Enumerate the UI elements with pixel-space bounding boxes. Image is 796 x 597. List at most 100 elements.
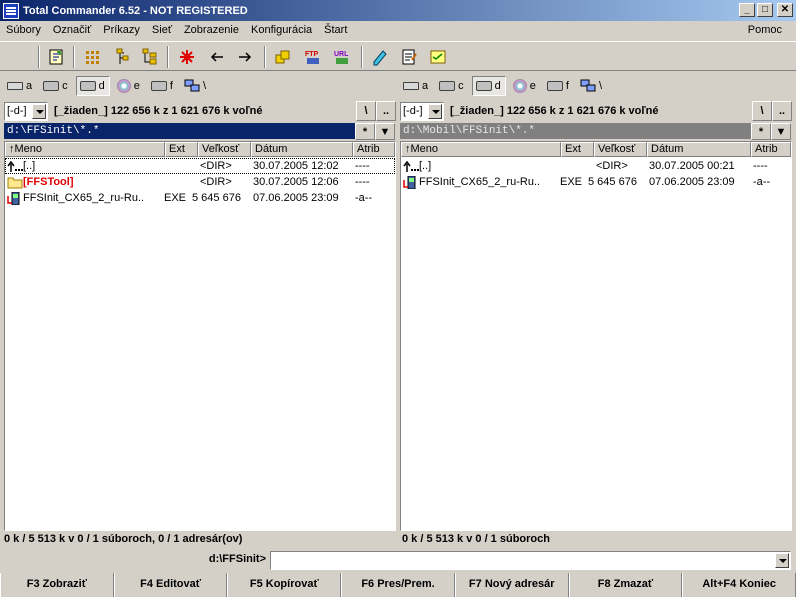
left-drive-e[interactable]: e xyxy=(114,76,144,96)
file-row[interactable]: [FFSTool] <DIR> 30.07.2005 12:06 ---- xyxy=(5,174,395,190)
file-row[interactable]: [..] <DIR> 30.07.2005 00:21 ---- xyxy=(401,158,791,174)
file-row[interactable]: [..] <DIR> 30.07.2005 12:02 ---- xyxy=(5,158,395,174)
exe-icon xyxy=(7,192,20,205)
menu-start[interactable]: Štart xyxy=(318,21,353,40)
minimize-button[interactable]: _ xyxy=(739,3,755,17)
chevron-down-icon[interactable] xyxy=(32,103,46,119)
right-history-button[interactable]: ▼ xyxy=(771,123,791,140)
close-button[interactable]: ✕ xyxy=(777,3,793,17)
floppy-icon xyxy=(403,82,419,90)
brief-view-icon[interactable] xyxy=(82,47,104,67)
menu-prikazy[interactable]: Príkazy xyxy=(97,21,146,40)
left-path-row: d:\FFSinit\*.* * ▼ xyxy=(4,123,396,140)
edit-icon[interactable] xyxy=(398,47,420,67)
right-file-panel[interactable]: ↑Meno Ext Veľkosť Dátum Atrib [..] <DIR>… xyxy=(400,141,792,531)
left-drive-d[interactable]: d xyxy=(75,76,110,96)
cd-icon xyxy=(116,79,131,93)
url-icon[interactable]: URL xyxy=(331,47,353,67)
left-file-panel[interactable]: ↑Meno Ext Veľkosť Dátum Atrib [..] <DIR>… xyxy=(4,141,396,531)
chevron-down-icon: ▼ xyxy=(775,125,787,138)
right-drive-a[interactable]: a xyxy=(400,76,432,96)
back-arrow-icon[interactable] xyxy=(206,47,228,67)
col-size[interactable]: Veľkosť xyxy=(198,142,251,157)
maximize-button[interactable]: □ xyxy=(757,3,773,17)
col-date[interactable]: Dátum xyxy=(647,142,751,157)
col-ext[interactable]: Ext xyxy=(561,142,594,157)
menu-oznacit[interactable]: Označiť xyxy=(47,21,97,40)
left-up-button[interactable]: .. xyxy=(376,101,396,121)
left-info-row: [-d-] [_žiaden_] 122 656 k z 1 621 676 k… xyxy=(4,100,396,122)
left-path[interactable]: d:\FFSinit\*.* xyxy=(4,123,355,139)
right-free-space: [_žiaden_] 122 656 k z 1 621 676 k voľné xyxy=(450,105,659,117)
title-bar: Total Commander 6.52 - NOT REGISTERED _ … xyxy=(0,0,796,21)
left-root-button[interactable]: \ xyxy=(356,101,376,121)
star-icon[interactable] xyxy=(176,47,198,67)
file-row[interactable]: FFSInit_CX65_2_ru-Ru.. EXE 5 645 676 07.… xyxy=(5,190,395,206)
notes-icon[interactable] xyxy=(427,47,449,67)
network-icon xyxy=(580,79,596,92)
menu-pomoc[interactable]: Pomoc xyxy=(742,21,788,40)
right-drive-network[interactable]: \ xyxy=(577,76,606,96)
left-status: 0 k / 5 513 k v 0 / 1 súboroch, 0 / 1 ad… xyxy=(4,533,243,545)
left-drive-network[interactable]: \ xyxy=(181,76,210,96)
left-drive-a[interactable]: a xyxy=(4,76,36,96)
menu-konfiguracia[interactable]: Konfigurácia xyxy=(245,21,318,40)
col-size[interactable]: Veľkosť xyxy=(594,142,647,157)
right-drive-combo[interactable]: [-d-] xyxy=(400,101,444,121)
left-history-button[interactable]: ▼ xyxy=(375,123,395,140)
command-line-row: d:\FFSinit> xyxy=(0,549,796,571)
hdd-icon xyxy=(43,81,60,91)
f5-copy-button[interactable]: F5 Kopírovať xyxy=(227,573,342,597)
tree-view-icon[interactable] xyxy=(109,47,131,67)
f4-edit-button[interactable]: F4 Editovať xyxy=(113,573,228,597)
col-date[interactable]: Dátum xyxy=(251,142,353,157)
thumbnail-view-icon[interactable] xyxy=(138,47,160,67)
window-title: Total Commander 6.52 - NOT REGISTERED xyxy=(23,4,248,17)
right-root-button[interactable]: \ xyxy=(752,101,772,121)
col-name[interactable]: ↑Meno xyxy=(5,142,165,157)
right-drive-f[interactable]: f xyxy=(544,76,573,96)
menu-zobrazenie[interactable]: Zobrazenie xyxy=(178,21,245,40)
col-ext[interactable]: Ext xyxy=(165,142,198,157)
pack-icon[interactable] xyxy=(272,47,294,67)
left-column-headers: ↑Meno Ext Veľkosť Dátum Atrib xyxy=(5,142,395,157)
right-up-button[interactable]: .. xyxy=(772,101,792,121)
menu-siet[interactable]: Sieť xyxy=(146,21,178,40)
left-drive-c[interactable]: c xyxy=(40,76,72,96)
right-drive-bar: a c d e f \ xyxy=(400,74,792,98)
ftp-icon[interactable]: FTP xyxy=(302,47,324,67)
chevron-down-icon[interactable] xyxy=(428,103,442,119)
hdd-icon xyxy=(546,81,563,91)
right-drive-c[interactable]: c xyxy=(436,76,468,96)
left-drive-combo[interactable]: [-d-] xyxy=(4,101,48,121)
left-star-button[interactable]: * xyxy=(355,123,375,140)
rename-icon[interactable] xyxy=(369,47,391,67)
col-attr[interactable]: Atrib xyxy=(751,142,791,157)
right-star-button[interactable]: * xyxy=(751,123,771,140)
f3-view-button[interactable]: F3 Zobraziť xyxy=(0,573,114,597)
right-path-row: d:\Mobil\FFSinit\*.* * ▼ xyxy=(400,123,792,140)
f6-move-button[interactable]: F6 Pres/Prem. xyxy=(341,573,455,597)
chevron-down-icon[interactable] xyxy=(775,553,789,568)
f7-newdir-button[interactable]: F7 Nový adresár xyxy=(454,573,569,597)
right-drive-e[interactable]: e xyxy=(510,76,540,96)
col-name[interactable]: ↑Meno xyxy=(401,142,561,157)
menu-subory[interactable]: Súbory xyxy=(0,21,47,40)
file-row[interactable]: FFSInit_CX65_2_ru-Ru.. EXE 5 645 676 07.… xyxy=(401,174,791,190)
toolbar: FTP URL xyxy=(0,41,796,71)
altf4-exit-button[interactable]: Alt+F4 Koniec xyxy=(682,573,796,597)
command-line-input[interactable] xyxy=(270,551,791,570)
network-icon xyxy=(184,79,200,92)
right-info-row: [-d-] [_žiaden_] 122 656 k z 1 621 676 k… xyxy=(400,100,792,122)
hdd-icon xyxy=(150,81,167,91)
command-prompt-label: d:\FFSinit> xyxy=(208,553,266,565)
refresh-icon[interactable] xyxy=(45,47,67,67)
right-status: 0 k / 5 513 k v 0 / 1 súboroch xyxy=(402,533,550,545)
right-drive-d[interactable]: d xyxy=(471,76,506,96)
left-drive-f[interactable]: f xyxy=(148,76,177,96)
f8-delete-button[interactable]: F8 Zmazať xyxy=(568,573,683,597)
col-attr[interactable]: Atrib xyxy=(353,142,395,157)
right-path[interactable]: d:\Mobil\FFSinit\*.* xyxy=(400,123,751,139)
forward-arrow-icon[interactable] xyxy=(234,47,256,67)
app-icon xyxy=(3,2,19,19)
